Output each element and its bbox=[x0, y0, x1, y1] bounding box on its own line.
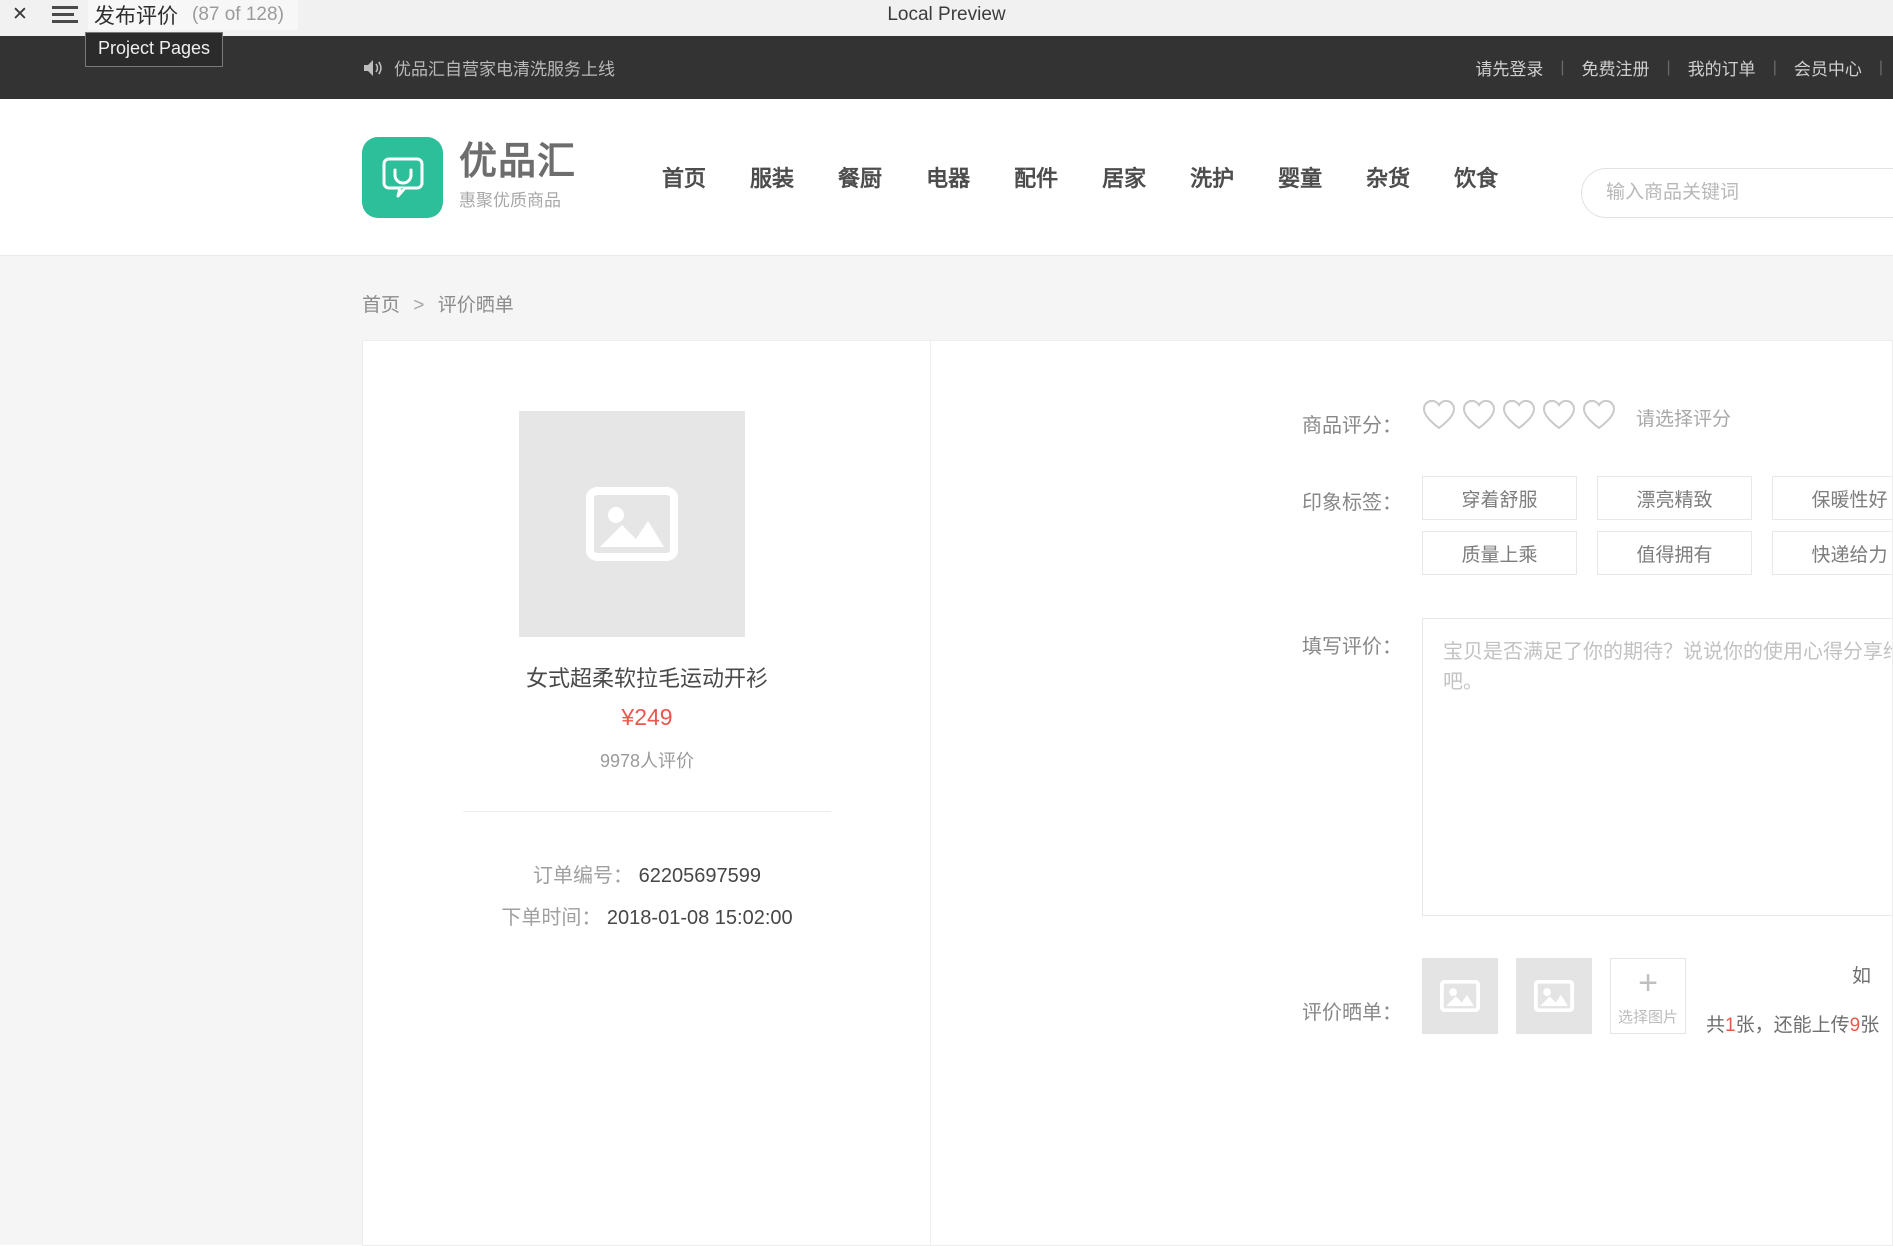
product-title: 女式超柔软拉毛运动开衫 bbox=[525, 666, 768, 691]
uploaded-thumbnail[interactable] bbox=[1516, 958, 1592, 1034]
rating-stars[interactable]: 请选择评分 bbox=[1422, 399, 1731, 435]
heart-outline-icon[interactable] bbox=[1462, 399, 1496, 435]
heart-outline-icon[interactable] bbox=[1542, 399, 1576, 435]
tag-chip[interactable]: 质量上乘 bbox=[1422, 531, 1577, 575]
speaker-icon bbox=[362, 59, 384, 77]
breadcrumb-home[interactable]: 首页 bbox=[362, 295, 400, 316]
rating-label: 商品评分： bbox=[1302, 415, 1402, 437]
choose-image-label: 选择图片 bbox=[1617, 1008, 1678, 1026]
upload-count-suffix: 张 bbox=[1860, 1015, 1880, 1036]
logo-tagline: 惠聚优质商品 bbox=[459, 191, 561, 211]
search-input[interactable] bbox=[1606, 182, 1893, 204]
nav-item-clothing[interactable]: 服装 bbox=[728, 161, 816, 193]
upload-label: 评价晒单： bbox=[1302, 1002, 1402, 1024]
tag-chip[interactable]: 穿着舒服 bbox=[1422, 476, 1577, 520]
nav-item-grocery[interactable]: 杂货 bbox=[1344, 161, 1432, 193]
editor-tab-count: (87 of 128) bbox=[192, 4, 284, 25]
order-time-label: 下单时间： bbox=[501, 907, 602, 929]
review-form-panel: 商品评分： 请选择评分 印象标签： 穿着舒服 漂亮精致 保暖性好 质量上乘 值得… bbox=[932, 341, 1892, 1245]
order-time-row: 下单时间： 2018-01-08 15:02:00 bbox=[363, 901, 931, 930]
site-topbar: 优品汇自营家电清洗服务上线 请先登录 | 免费注册 | 我的订单 | 会员中心 … bbox=[0, 36, 1893, 99]
order-number-label: 订单编号： bbox=[533, 865, 634, 887]
project-pages-tooltip: Project Pages bbox=[85, 32, 224, 67]
upload-count-text: 共1张，还能上传9张 bbox=[1706, 1010, 1879, 1037]
announcement-bar: 优品汇自营家电清洗服务上线 bbox=[362, 55, 615, 80]
order-number-row: 订单编号： 62205697599 bbox=[363, 859, 931, 888]
tag-chip[interactable]: 快递给力 bbox=[1772, 531, 1892, 575]
nav-item-appliances[interactable]: 电器 bbox=[904, 161, 992, 193]
image-placeholder-icon bbox=[1534, 980, 1574, 1012]
upload-count-middle: 张，还能上传 bbox=[1735, 1015, 1850, 1036]
search-box[interactable] bbox=[1581, 168, 1893, 218]
tags-label: 印象标签： bbox=[1302, 492, 1402, 514]
cut-off-hint-text: 如 bbox=[1852, 966, 1872, 987]
chat-smiley-icon bbox=[362, 136, 443, 218]
uploaded-thumbnail[interactable] bbox=[1422, 958, 1498, 1034]
page-body: 首页 > 评价晒单 女式超柔软拉毛运动开衫 ¥249 9978人评价 订单编号：… bbox=[0, 256, 1893, 1246]
tag-row: 质量上乘 值得拥有 快递给力 材质很薄 bbox=[1422, 531, 1892, 575]
breadcrumb-separator: > bbox=[413, 295, 425, 316]
nav-item-home[interactable]: 首页 bbox=[640, 161, 728, 193]
tag-chip[interactable]: 漂亮精致 bbox=[1597, 476, 1752, 520]
announcement-text: 优品汇自营家电清洗服务上线 bbox=[394, 60, 615, 79]
heart-outline-icon[interactable] bbox=[1422, 399, 1456, 435]
breadcrumb-current: 评价晒单 bbox=[437, 295, 514, 316]
image-placeholder-icon bbox=[1440, 980, 1480, 1012]
editor-tab-title: 发布评价 bbox=[94, 5, 178, 28]
nav-item-baby[interactable]: 婴童 bbox=[1256, 161, 1344, 193]
heart-outline-icon[interactable] bbox=[1582, 399, 1616, 435]
product-panel: 女式超柔软拉毛运动开衫 ¥249 9978人评价 订单编号： 622056975… bbox=[363, 341, 931, 1245]
link-separator: | bbox=[1878, 58, 1883, 76]
breadcrumb: 首页 > 评价晒单 bbox=[362, 290, 514, 317]
member-center-link[interactable]: 会员中心 bbox=[1777, 55, 1879, 80]
nav-item-food[interactable]: 饮食 bbox=[1432, 161, 1520, 193]
tag-chip[interactable]: 保暖性好 bbox=[1772, 476, 1892, 520]
product-image-placeholder bbox=[519, 411, 745, 637]
editor-tab[interactable]: 发布评价 (87 of 128) bbox=[88, 0, 298, 30]
nav-item-kitchen[interactable]: 餐厨 bbox=[816, 161, 904, 193]
review-label: 填写评价： bbox=[1302, 636, 1402, 658]
product-review-count: 9978人评价 bbox=[599, 751, 695, 771]
tag-row: 穿着舒服 漂亮精致 保暖性好 尺寸合适 bbox=[1422, 476, 1892, 520]
tag-chip[interactable]: 值得拥有 bbox=[1597, 531, 1752, 575]
app-chrome: ✕ Local Preview 发布评价 (87 of 128) Project… bbox=[0, 0, 1893, 67]
heart-outline-icon[interactable] bbox=[1502, 399, 1536, 435]
plus-icon: + bbox=[1638, 963, 1658, 1002]
register-link[interactable]: 免费注册 bbox=[1565, 55, 1667, 80]
product-price: ¥249 bbox=[621, 704, 673, 730]
my-orders-link[interactable]: 我的订单 bbox=[1671, 55, 1773, 80]
nav-item-home-goods[interactable]: 居家 bbox=[1080, 161, 1168, 193]
panel-divider bbox=[463, 811, 831, 812]
image-placeholder-icon bbox=[586, 487, 678, 561]
impression-tags: 穿着舒服 漂亮精致 保暖性好 尺寸合适 质量上乘 值得拥有 快递给力 材质很薄 bbox=[1422, 476, 1892, 586]
choose-image-button[interactable]: + 选择图片 bbox=[1610, 958, 1686, 1034]
topbar-links: 请先登录 | 免费注册 | 我的订单 | 会员中心 | bbox=[1458, 55, 1893, 80]
order-number-value: 62205697599 bbox=[638, 865, 761, 887]
order-time-value: 2018-01-08 15:02:00 bbox=[606, 907, 793, 929]
site-logo[interactable]: 优品汇 惠聚优质商品 bbox=[362, 136, 577, 218]
logo-text: 优品汇 惠聚优质商品 bbox=[459, 140, 577, 212]
upload-count-prefix: 共 bbox=[1706, 1015, 1726, 1036]
review-card: 女式超柔软拉毛运动开衫 ¥249 9978人评价 订单编号： 622056975… bbox=[362, 340, 1893, 1246]
upload-area: + 选择图片 共1张，还能上传9张 bbox=[1422, 958, 1879, 1037]
upload-count-current: 1 bbox=[1725, 1015, 1736, 1036]
login-link[interactable]: 请先登录 bbox=[1458, 55, 1560, 80]
nav-item-accessories[interactable]: 配件 bbox=[992, 161, 1080, 193]
rating-hint: 请选择评分 bbox=[1636, 408, 1732, 430]
main-nav: 首页 服装 餐厨 电器 配件 居家 洗护 婴童 杂货 饮食 bbox=[640, 161, 1520, 193]
upload-count-remaining: 9 bbox=[1849, 1015, 1861, 1036]
review-textarea[interactable] bbox=[1422, 618, 1892, 916]
logo-name: 优品汇 bbox=[459, 140, 577, 183]
nav-item-personal-care[interactable]: 洗护 bbox=[1168, 161, 1256, 193]
